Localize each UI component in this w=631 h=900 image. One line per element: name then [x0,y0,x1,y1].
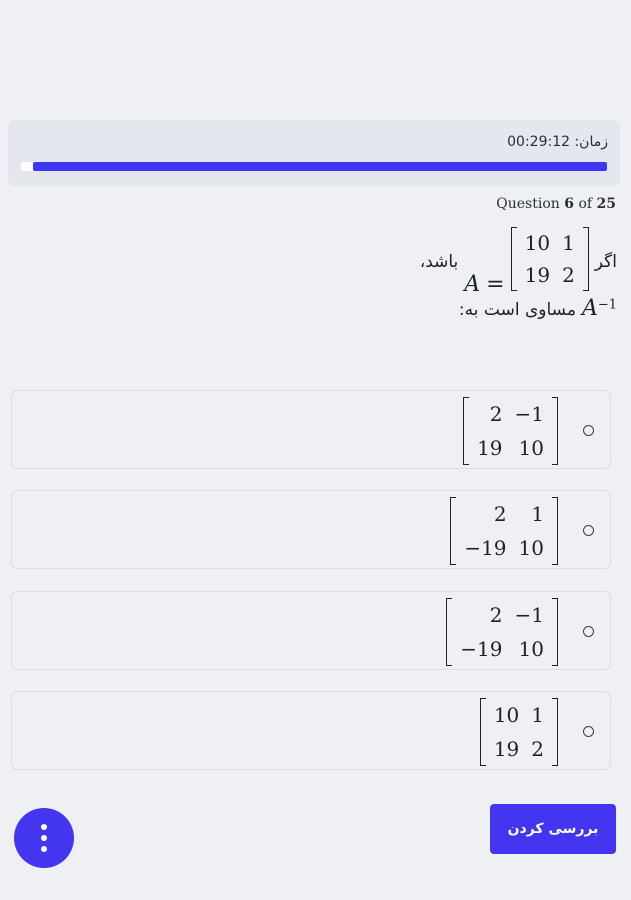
inverse-expression: A−1 [582,296,617,321]
answer-option-4[interactable]: 10 1 19 2 [11,691,611,770]
time-progress-fill [32,162,607,171]
option-matrix: 10 1 19 2 [479,698,558,766]
question-matrix-table: 10 1 19 2 [519,227,581,291]
matrix-cell: 1 [562,231,575,255]
matrix-cell: 19 [493,737,520,761]
matrix-cell: −19 [464,536,507,560]
right-bracket [552,397,558,465]
more-vertical-icon-dot [41,846,47,852]
question-stem-line-2: A−1 مساوی است به: [459,296,617,321]
option-matrix: 2 −1 19 10 [463,397,558,465]
matrix-cell: 2 [489,603,503,627]
option-matrix: 2 1 −19 10 [450,497,558,565]
matrix-cell: 10 [518,536,544,560]
right-bracket [582,227,589,291]
answer-option-1[interactable]: 2 −1 19 10 [11,390,611,469]
option-matrix-table: 2 1 −19 10 [458,497,550,565]
review-button[interactable]: بررسی کردن [490,804,616,854]
right-bracket [552,598,558,666]
left-bracket [450,497,457,565]
matrix-cell: 2 [489,402,503,426]
more-vertical-icon-dot [41,835,47,841]
option-matrix-table: 10 1 19 2 [488,698,550,766]
equals-sign: = [486,272,505,297]
more-vertical-icon [41,824,47,830]
timer-value: 00:29:12 [507,134,571,150]
matrix-cell: −1 [514,603,544,627]
question-total: 25 [596,196,616,212]
inverse-base: A [581,296,598,321]
right-bracket [552,497,558,565]
matrix-variable: A [464,272,481,297]
question-number: 6 [564,196,574,212]
more-menu-button[interactable] [14,808,74,868]
matrix-cell: 19 [524,263,551,287]
question-equation: A = 10 1 19 2 [464,227,589,297]
question-stem-line-1: اگر A = 10 1 19 2 باشد، [420,227,617,297]
matrix-cell: −19 [460,637,503,661]
option-matrix-table: 2 −1 19 10 [471,397,550,465]
radio-button[interactable] [583,626,594,637]
radio-button[interactable] [583,525,594,536]
option-matrix-table: 2 −1 −19 10 [454,598,550,666]
matrix-cell: −1 [514,402,544,426]
left-bracket [463,397,470,465]
matrix-cell: 10 [524,231,551,255]
left-bracket [446,598,453,666]
timer-display: زمان: 00:29:12 [507,134,608,150]
matrix-cell: 2 [562,263,575,287]
question-text-then: باشد، [419,252,459,272]
matrix-cell: 1 [531,502,544,526]
question-counter-prefix: Question [496,196,560,212]
matrix-cell: 2 [493,502,507,526]
answer-option-3[interactable]: 2 −1 −19 10 [11,591,611,670]
question-counter-of: of [578,196,593,212]
timer-card: زمان: 00:29:12 [8,120,620,186]
option-matrix: 2 −1 −19 10 [446,598,558,666]
question-counter: Question 6 of 25 [496,196,616,212]
answer-option-2[interactable]: 2 1 −19 10 [11,490,611,569]
right-bracket [552,698,558,766]
question-text-equals-to: مساوی است به: [458,300,576,320]
inverse-exponent: −1 [597,297,617,313]
matrix-cell: 1 [531,703,544,727]
matrix-cell: 10 [518,637,544,661]
matrix-cell: 10 [518,436,544,460]
left-bracket [510,227,517,291]
question-text-if: اگر [594,252,617,272]
left-bracket [479,698,486,766]
radio-button[interactable] [583,726,594,737]
time-progress-track [21,162,607,171]
timer-label: زمان: [574,134,608,150]
matrix-cell: 19 [477,436,503,460]
matrix-cell: 2 [531,737,544,761]
question-matrix: 10 1 19 2 [510,227,589,291]
matrix-cell: 10 [493,703,520,727]
radio-button[interactable] [583,425,594,436]
